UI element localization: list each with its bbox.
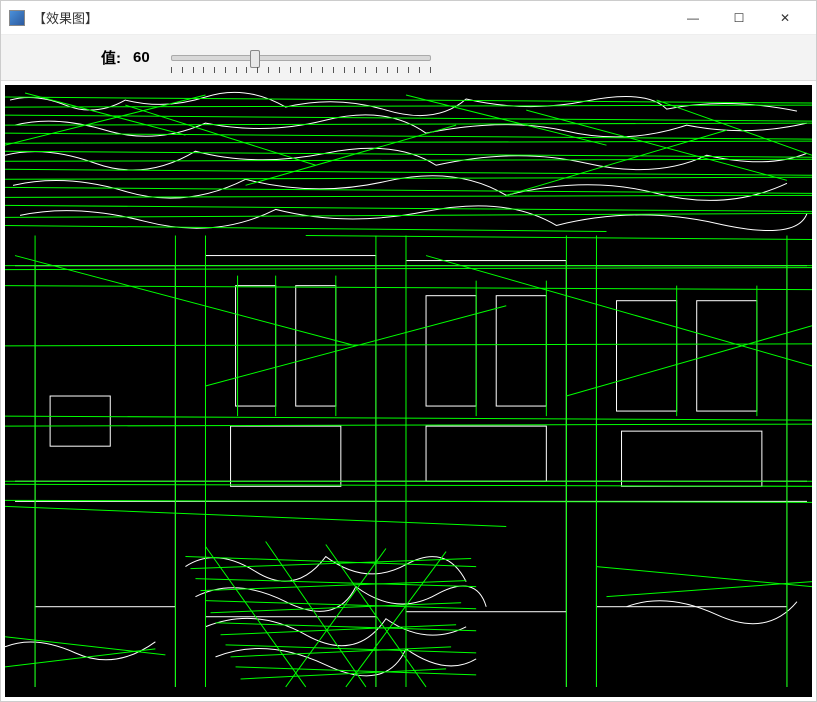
slider-track[interactable] [171,55,431,61]
minimize-icon: — [687,11,699,25]
trackbar-toolbar: 值: 60 [1,35,816,81]
trackbar-slider[interactable] [171,43,431,73]
close-button[interactable]: ✕ [762,3,808,33]
maximize-icon: ☐ [734,11,745,25]
content-area [1,81,816,701]
hough-visualization [5,85,812,697]
trackbar-label: 值: [101,47,121,68]
app-icon [9,10,25,26]
slider-ticks [171,67,431,73]
trackbar-value: 60 [133,49,157,66]
output-image [5,85,812,697]
window-controls: — ☐ ✕ [670,3,808,33]
close-icon: ✕ [780,11,790,25]
slider-thumb[interactable] [250,50,260,68]
window-title: 【效果图】 [33,8,98,27]
titlebar[interactable]: 【效果图】 — ☐ ✕ [1,1,816,35]
minimize-button[interactable]: — [670,3,716,33]
window-frame: 【效果图】 — ☐ ✕ 值: 60 [0,0,817,702]
maximize-button[interactable]: ☐ [716,3,762,33]
